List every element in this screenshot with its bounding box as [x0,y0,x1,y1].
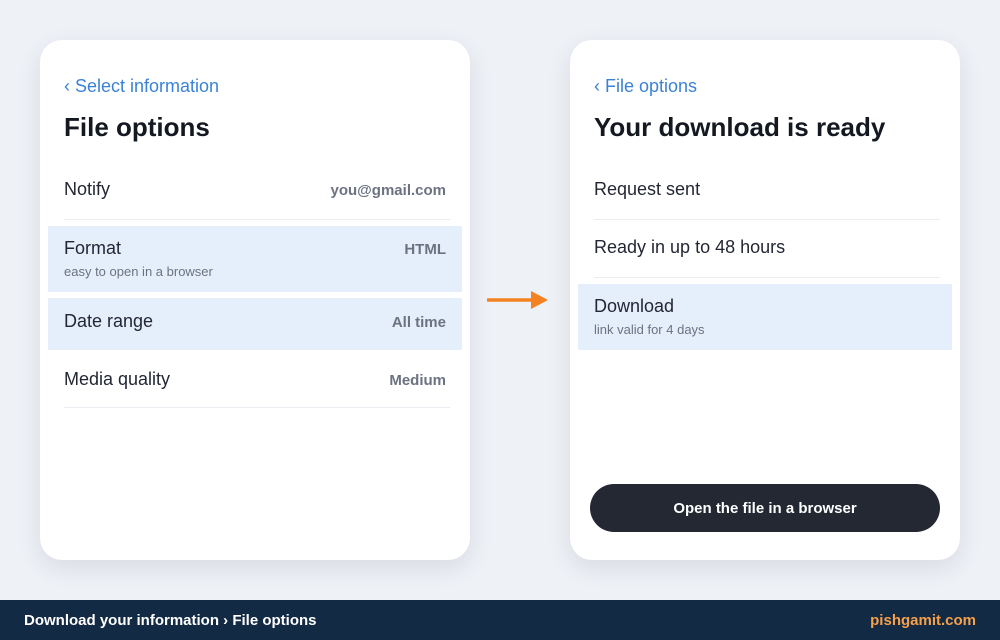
option-value: you@gmail.com [330,182,446,199]
option-description: easy to open in a browser [64,264,213,279]
arrow-right-icon [487,291,548,309]
divider [594,277,940,278]
option-label: Format [64,238,122,258]
option-label: Date range [64,311,154,331]
option-row-notify[interactable]: Notify you@gmail.com [48,162,462,220]
back-link-file-options[interactable]: ‹ File options [594,76,697,97]
option-row-format[interactable]: Format easy to open in a browser HTML [48,226,462,292]
status-label: Request sent [594,179,701,199]
option-value: All time [391,314,446,331]
status-row-ready-time: Ready in up to 48 hours [578,220,952,278]
footer-bar: Download your information › File options… [0,600,1000,640]
status-row-download[interactable]: Download link valid for 4 days [578,284,952,350]
status-label: Download [594,296,675,316]
option-label: Notify [64,179,111,199]
status-description: link valid for 4 days [594,322,705,337]
status-row-request-sent: Request sent [578,162,952,220]
brand-link[interactable]: pishgamit.com [870,612,976,629]
open-in-browser-button[interactable]: Open the file in a browser [590,484,940,532]
page-title: Your download is ready [594,112,886,142]
divider [64,219,450,220]
breadcrumb: Download your information › File options [24,611,317,629]
option-label: Media quality [64,369,171,389]
divider [64,407,450,408]
option-row-media-quality[interactable]: Media quality Medium [48,350,462,408]
back-link-select-information[interactable]: ‹ Select information [64,76,219,97]
option-row-date-range[interactable]: Date range All time [48,298,462,350]
option-value: HTML [404,241,446,258]
download-ready-card: ‹ File options Your download is ready Re… [570,40,960,560]
status-label: Ready in up to 48 hours [594,237,786,257]
file-options-card: ‹ Select information File options Notify… [40,40,470,560]
page-title: File options [64,112,210,142]
option-value: Medium [389,372,446,389]
